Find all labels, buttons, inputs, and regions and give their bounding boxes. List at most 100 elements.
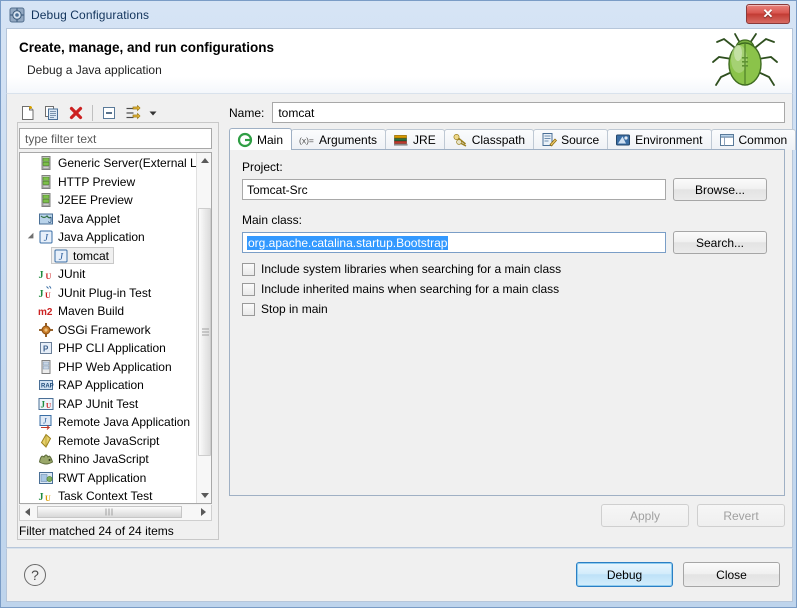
tab-jre[interactable]: JRE bbox=[385, 129, 445, 150]
expand-collapse-arrow-icon[interactable] bbox=[24, 228, 38, 246]
svg-text:J: J bbox=[44, 233, 49, 244]
tab-label: Environment bbox=[635, 133, 703, 147]
filter-input[interactable] bbox=[19, 128, 212, 149]
checkbox-icon bbox=[242, 282, 255, 296]
arrow-down-icon bbox=[200, 493, 209, 498]
tab-main[interactable]: Main bbox=[229, 128, 293, 150]
browse-button[interactable]: Browse... bbox=[673, 178, 767, 201]
scroll-left-button[interactable] bbox=[20, 505, 35, 519]
tree-item-rap-application[interactable]: RAP RAP Application bbox=[20, 376, 198, 395]
tab-classpath[interactable]: Classpath bbox=[443, 129, 535, 150]
tree-item-j2ee-preview[interactable]: J2EE Preview bbox=[20, 191, 198, 210]
junit-plugin-icon: JU bbox=[38, 285, 54, 301]
vertical-scroll-thumb[interactable] bbox=[198, 208, 211, 456]
checkbox-stop-in-main[interactable]: Stop in main bbox=[242, 302, 328, 316]
filter-status-text: Filter matched 24 of 24 items bbox=[19, 524, 174, 538]
launch-config-tree[interactable]: Generic Server(External La HTTP Preview J2… bbox=[19, 152, 212, 504]
checkbox-label: Stop in main bbox=[261, 302, 328, 316]
checkbox-label: Include system libraries when searching … bbox=[261, 262, 562, 276]
new-launch-configuration-button[interactable] bbox=[17, 102, 39, 124]
tree-item-task-context-test[interactable]: J U Task Context Test bbox=[20, 487, 198, 503]
java-applet-icon: J bbox=[38, 211, 54, 227]
tree-item-java-application[interactable]: J Java Application bbox=[20, 228, 198, 247]
tree-item-generic-server-external-la[interactable]: Generic Server(External La bbox=[20, 154, 203, 173]
tree-item-content: m2 Maven Build bbox=[38, 303, 124, 319]
tab-common[interactable]: Common bbox=[710, 129, 797, 150]
rap-junit-icon: JU bbox=[38, 396, 54, 412]
tree-item-maven-build[interactable]: m2 Maven Build bbox=[20, 302, 198, 321]
tree-item-junit[interactable]: J U JUnit bbox=[20, 265, 198, 284]
tree-item-osgi-framework[interactable]: OSGi Framework bbox=[20, 321, 198, 340]
tree-item-tomcat[interactable]: Jtomcat bbox=[20, 247, 198, 266]
svg-text:P: P bbox=[43, 345, 49, 354]
arrow-left-icon bbox=[25, 508, 30, 516]
debug-button[interactable]: Debug bbox=[576, 562, 673, 587]
duplicate-launch-configuration-button[interactable] bbox=[41, 102, 63, 124]
tree-item-content: RAP RAP Application bbox=[38, 377, 144, 393]
checkbox-include-system-libraries[interactable]: Include system libraries when searching … bbox=[242, 262, 561, 276]
checkbox-icon bbox=[242, 302, 255, 316]
tree-item-rhino-javascript[interactable]: Rhino JavaScript bbox=[20, 450, 198, 469]
tree-item-php-web-application[interactable]: PHP Web Application bbox=[20, 358, 198, 377]
tab-environment[interactable]: Environment bbox=[607, 129, 712, 150]
tree-item-content: J Java Application bbox=[38, 229, 145, 245]
tree-item-remote-java-application[interactable]: J Remote Java Application bbox=[20, 413, 198, 432]
svg-text:J: J bbox=[39, 289, 44, 300]
view-menu-button[interactable] bbox=[146, 102, 160, 124]
help-icon[interactable]: ? bbox=[24, 564, 46, 586]
project-input[interactable] bbox=[242, 179, 666, 200]
horizontal-scroll-thumb[interactable] bbox=[37, 506, 182, 518]
remote-js-icon bbox=[38, 433, 54, 449]
main-class-input[interactable]: org.apache.catalina.startup.Bootstrap bbox=[242, 232, 666, 253]
close-button[interactable]: Close bbox=[683, 562, 780, 587]
checkbox-include-inherited-mains[interactable]: Include inherited mains when searching f… bbox=[242, 282, 559, 296]
scroll-grip-icon bbox=[202, 328, 209, 336]
java-app-icon: J bbox=[38, 229, 54, 245]
tree-toolbar bbox=[17, 100, 219, 126]
close-icon: ✕ bbox=[762, 6, 774, 21]
scroll-down-button[interactable] bbox=[197, 488, 211, 503]
tree-item-content: Generic Server(External La bbox=[38, 155, 203, 171]
configuration-name-input[interactable] bbox=[272, 102, 785, 123]
svg-text:J: J bbox=[59, 252, 64, 263]
tree-item-label: RWT Application bbox=[58, 470, 147, 485]
scroll-up-button[interactable] bbox=[197, 153, 211, 168]
tree-item-java-applet[interactable]: J Java Applet bbox=[20, 210, 198, 229]
close-window-button[interactable]: ✕ bbox=[746, 4, 790, 24]
tree-item-label: Generic Server(External La bbox=[58, 156, 204, 171]
tree-item-junit-plug-in-test[interactable]: J U JUnit Plug-in Test bbox=[20, 284, 198, 303]
task-context-icon: JU bbox=[38, 488, 54, 503]
tree-item-rwt-application[interactable]: RWT Application bbox=[20, 469, 198, 488]
search-button[interactable]: Search... bbox=[673, 231, 767, 254]
tree-item-php-cli-application[interactable]: P PHP CLI Application bbox=[20, 339, 198, 358]
filter-button[interactable] bbox=[122, 102, 144, 124]
tree-item-content: J U JUnit Plug-in Test bbox=[38, 285, 151, 301]
tree-vertical-scrollbar[interactable] bbox=[196, 153, 211, 503]
tab-arguments[interactable]: (x)= Arguments bbox=[291, 129, 387, 150]
tree-horizontal-scrollbar[interactable] bbox=[19, 505, 212, 521]
delete-launch-configuration-button[interactable] bbox=[65, 102, 87, 124]
tree-item-rap-junit-test[interactable]: J U RAP JUnit Test bbox=[20, 395, 198, 414]
junit-icon: JU bbox=[38, 266, 54, 282]
tree-item-http-preview[interactable]: HTTP Preview bbox=[20, 173, 198, 192]
dialog-header: Create, manage, and run configurations D… bbox=[6, 28, 793, 93]
server-icon bbox=[38, 155, 54, 171]
revert-button[interactable]: Revert bbox=[697, 504, 785, 527]
scroll-right-button[interactable] bbox=[196, 505, 211, 519]
tree-item-remote-javascript[interactable]: Remote JavaScript bbox=[20, 432, 198, 451]
server-icon bbox=[38, 174, 54, 190]
tab-source[interactable]: Source bbox=[533, 129, 609, 150]
configuration-editor-panel: Name: Main (x)= Arguments JRE Classpath Sourc… bbox=[229, 100, 797, 540]
window-title: Debug Configurations bbox=[31, 7, 150, 22]
collapse-all-button[interactable] bbox=[98, 102, 120, 124]
apply-button[interactable]: Apply bbox=[601, 504, 689, 527]
